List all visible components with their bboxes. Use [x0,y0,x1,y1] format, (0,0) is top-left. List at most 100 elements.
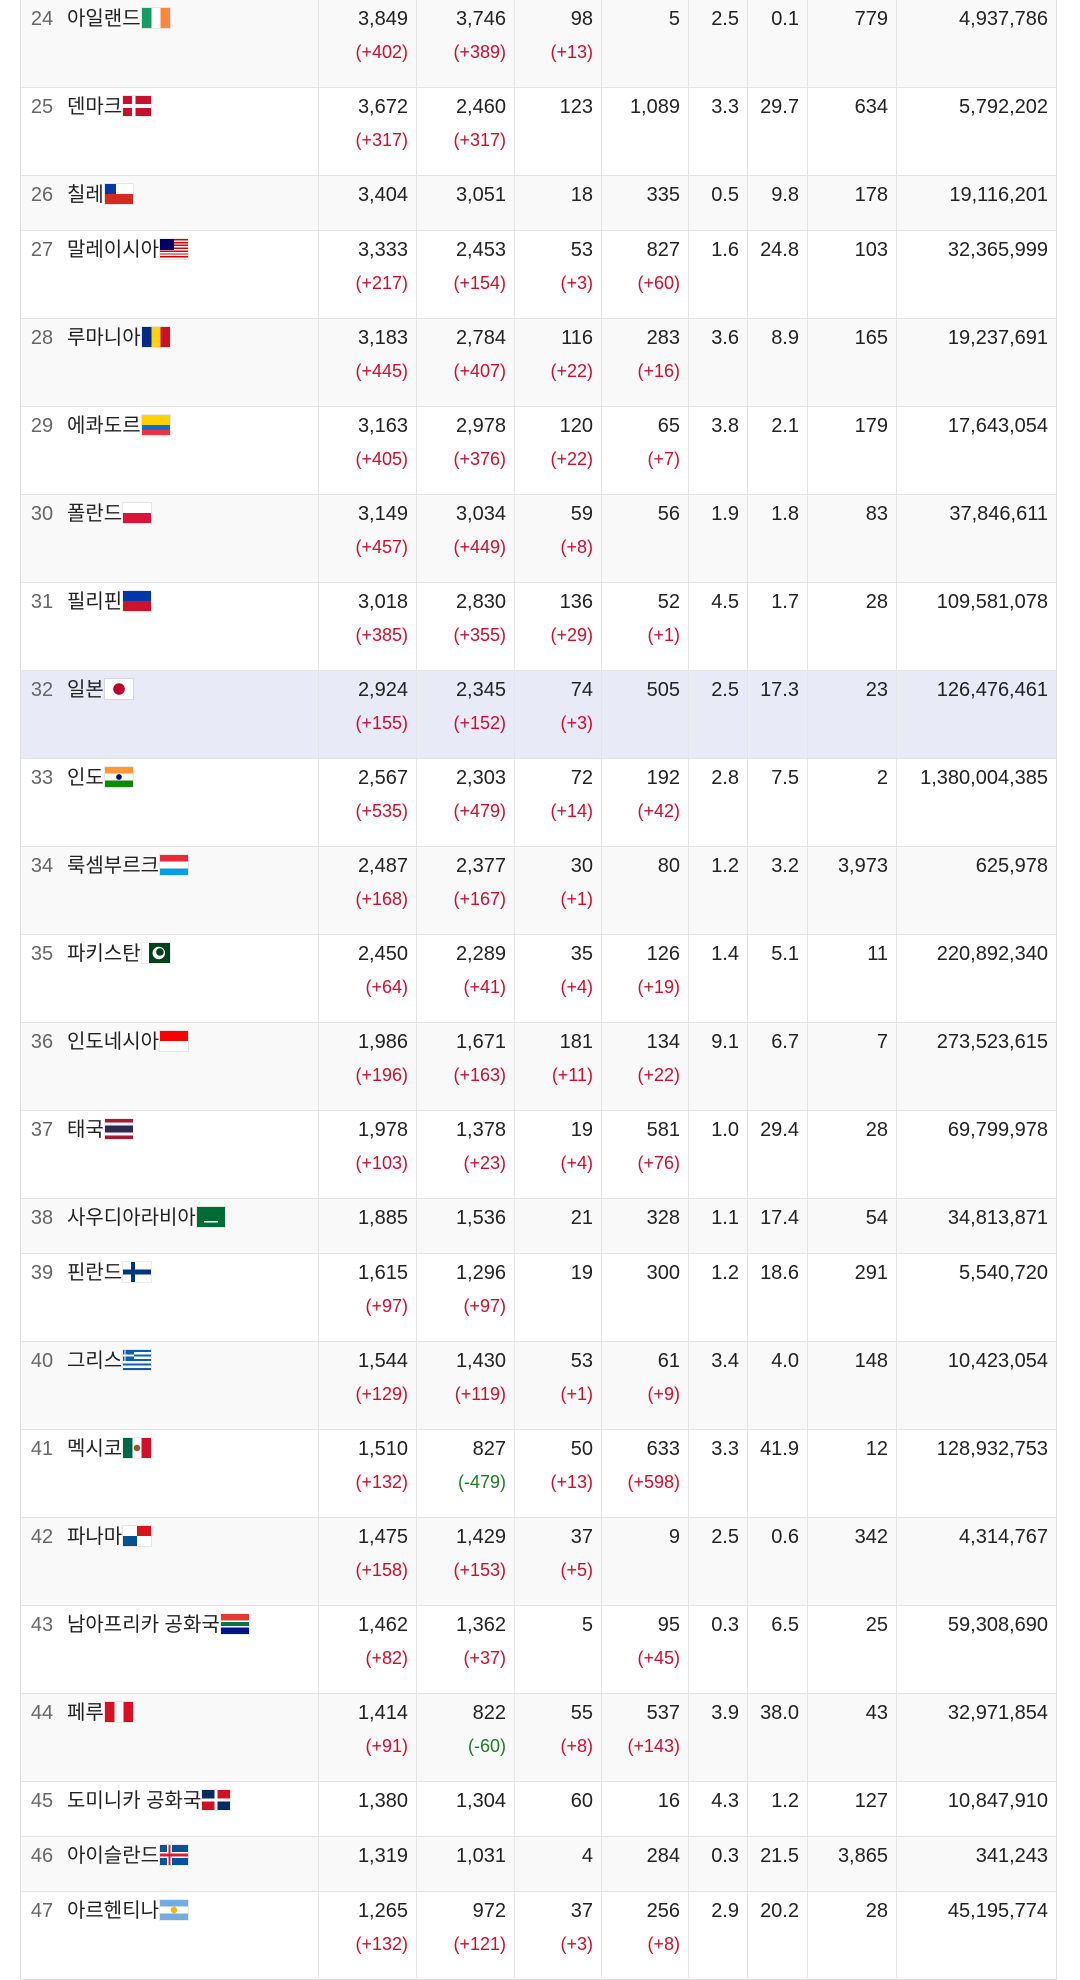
fatality-rate-cell-value: 1.2 [711,855,739,877]
population-cell: 32,365,999 [897,231,1056,318]
active-cases-cell: 2,303 (+479) [417,759,515,846]
recovery-rate-cell-value: 6.7 [771,1031,799,1053]
table-row[interactable]: 37 태국 1,978 (+103) 1,378 (+23) 19 (+4) 581 (+76) 1… [21,1111,1056,1199]
rank-cell: 39 [30,1262,54,1284]
recovered-cell-value: 1,089 [629,96,680,118]
rank-cell: 30 [30,503,54,525]
rank-cell: 42 [30,1526,54,1548]
fatality-rate-cell: 0.3 [689,1606,748,1693]
table-row[interactable]: 34 룩셈부르크 2,487 (+168) 2,377 (+167) 30 (+1) 80 1.2… [21,847,1056,935]
table-row[interactable]: 39 핀란드 1,615 (+97) 1,296 (+97) 19 300 1.2 18.6 291… [21,1254,1056,1342]
country-cell: 사우디아라비아 [61,1199,319,1253]
country-cell: 일본 [61,671,319,758]
recovery-rate-cell-value: 17.4 [760,1207,799,1229]
total-cases-cell: 1,475 (+158) [319,1518,417,1605]
total-cases-cell-value: 3,672 [357,96,408,118]
table-row[interactable]: 40 그리스 1,544 (+129) 1,430 (+119) 53 (+1) 61 (+9) 3… [21,1342,1056,1430]
country-name: 아르헨티나 [67,1900,159,1922]
recovered-cell: 192 (+42) [602,759,689,846]
table-row[interactable]: 41 멕시코 1,510 (+132) 827 (-479) 50 (+13) 633 (+598… [21,1430,1056,1518]
recovered-cell-value: 581 [646,1119,680,1141]
table-row[interactable]: 33 인도 2,567 (+535) 2,303 (+479) 72 (+14) 192 (+42… [21,759,1056,847]
table-row[interactable]: 42 파나마 1,475 (+158) 1,429 (+153) 37 (+5) 9 2.5 0.6… [21,1518,1056,1606]
deaths-cell: 59 (+8) [515,495,602,582]
table-row[interactable]: 44 페루 1,414 (+91) 822 (-60) 55 (+8) 537 (+143) 3.9… [21,1694,1056,1782]
deaths-cell-value: 123 [559,96,593,118]
deaths-cell: 136 (+29) [515,583,602,670]
population-cell: 37,846,611 [897,495,1056,582]
deaths-cell: 55 (+8) [515,1694,602,1781]
population-cell-value: 4,937,786 [959,8,1048,30]
table-row[interactable]: 43 남아프리카 공화국 1,462 (+82) 1,362 (+37) 5 95 (+45) 0… [21,1606,1056,1694]
table-row[interactable]: 25 덴마크 3,672 (+317) 2,460 (+317) 123 1,089 3.3 29… [21,88,1056,176]
table-row[interactable]: 35 파키스탄 2,450 (+64) 2,289 (+41) 35 (+4) 126 (+19)… [21,935,1056,1023]
active-cases-cell: 3,034 (+449) [417,495,515,582]
country-name: 그리스 [67,1350,123,1372]
country-cell: 덴마크 [61,88,319,175]
rank-cell: 33 [30,767,54,789]
total-cases-cell: 1,510 (+132) [319,1430,417,1517]
population-cell-value: 19,116,201 [949,184,1048,206]
country-cell: 페루 [61,1694,319,1781]
active-cases-cell-value: 3,034 [455,503,506,525]
active-cases-cell-change: (+154) [453,273,506,293]
country-name: 말레이시아 [67,239,159,261]
table-row[interactable]: 29 에콰도르 3,163 (+405) 2,978 (+376) 120 (+22) 65 (+… [21,407,1056,495]
total-cases-cell: 1,544 (+129) [319,1342,417,1429]
romania-flag-icon [141,327,170,347]
recovered-cell-change: (+76) [637,1153,680,1173]
recovery-rate-cell-value: 9.8 [771,184,799,206]
active-cases-cell: 3,051 [417,176,515,230]
deaths-cell-value: 55 [570,1702,593,1724]
table-row[interactable]: 28 루마니아 3,183 (+445) 2,784 (+407) 116 (+22) 283 (… [21,319,1056,407]
table-row[interactable]: 36 인도네시아 1,986 (+196) 1,671 (+163) 181 (+11) 134… [21,1023,1056,1111]
active-cases-cell: 1,031 [417,1837,515,1891]
population-cell: 69,799,978 [897,1111,1056,1198]
density-cell: 178 [808,176,897,230]
active-cases-cell-value: 1,031 [455,1845,506,1867]
table-row[interactable]: 32 일본 2,924 (+155) 2,345 (+152) 74 (+3) 505 2.5 17… [21,671,1056,759]
recovered-cell-value: 9 [668,1526,680,1548]
density-cell: 342 [808,1518,897,1605]
table-row[interactable]: 31 필리핀 3,018 (+385) 2,830 (+355) 136 (+29) 52 (+1… [21,583,1056,671]
active-cases-cell-change: (+479) [453,801,506,821]
fatality-rate-cell-value: 2.5 [711,679,739,701]
total-cases-cell-change: (+405) [355,449,408,469]
active-cases-cell-change: (+449) [453,537,506,557]
country-cell: 핀란드 [61,1254,319,1341]
table-row[interactable]: 26 칠레 3,404 3,051 18 335 0.5 9.8 178 19,116,201 [21,176,1056,231]
deaths-cell: 116 (+22) [515,319,602,406]
rank-cell: 27 [30,239,54,261]
fatality-rate-cell-value: 2.9 [711,1900,739,1922]
active-cases-cell-value: 1,429 [455,1526,506,1548]
recovered-cell: 126 (+19) [602,935,689,1022]
table-row[interactable]: 46 아이슬란드 1,319 1,031 4 284 0.3 21.5 3,865 341,243 [21,1837,1056,1892]
deaths-cell-value: 4 [581,1845,593,1867]
population-cell-value: 37,846,611 [949,503,1048,525]
total-cases-cell-value: 1,986 [357,1031,408,1053]
total-cases-cell-change: (+97) [365,1296,408,1316]
chile-flag-icon [104,184,133,204]
deaths-cell-change: (+4) [560,977,593,997]
recovery-rate-cell: 7.5 [748,759,808,846]
table-row[interactable]: 38 사우디아라비아 1,885 1,536 21 328 1.1 17.4 54 34,813,… [21,1199,1056,1254]
fatality-rate-cell-value: 1.0 [711,1119,739,1141]
population-cell: 19,116,201 [897,176,1056,230]
total-cases-cell-value: 3,849 [357,8,408,30]
country-cell: 아르헨티나 [61,1892,319,1979]
deaths-cell-value: 72 [570,767,593,789]
density-cell: 2 [808,759,897,846]
active-cases-cell: 1,304 [417,1782,515,1836]
table-row[interactable]: 24 아일랜드 3,849 (+402) 3,746 (+389) 98 (+13) 5 2.5 0… [21,0,1056,88]
rank-cell: 40 [30,1350,54,1372]
active-cases-cell-value: 2,289 [455,943,506,965]
table-row[interactable]: 27 말레이시아 3,333 (+217) 2,453 (+154) 53 (+3) 827 (+… [21,231,1056,319]
density-cell-value: 3,865 [837,1845,888,1867]
active-cases-cell-value: 1,536 [455,1207,506,1229]
table-row[interactable]: 45 도미니카 공화국 1,380 1,304 60 16 4.3 1.2 127 10,847,… [21,1782,1056,1837]
recovered-cell-value: 52 [657,591,680,613]
fatality-rate-cell: 3.9 [689,1694,748,1781]
table-row[interactable]: 47 아르헨티나 1,265 (+132) 972 (+121) 37 (+3) 256 (+8)… [21,1892,1056,1980]
table-row[interactable]: 30 폴란드 3,149 (+457) 3,034 (+449) 59 (+8) 56 1.9 1.… [21,495,1056,583]
recovered-cell: 52 (+1) [602,583,689,670]
